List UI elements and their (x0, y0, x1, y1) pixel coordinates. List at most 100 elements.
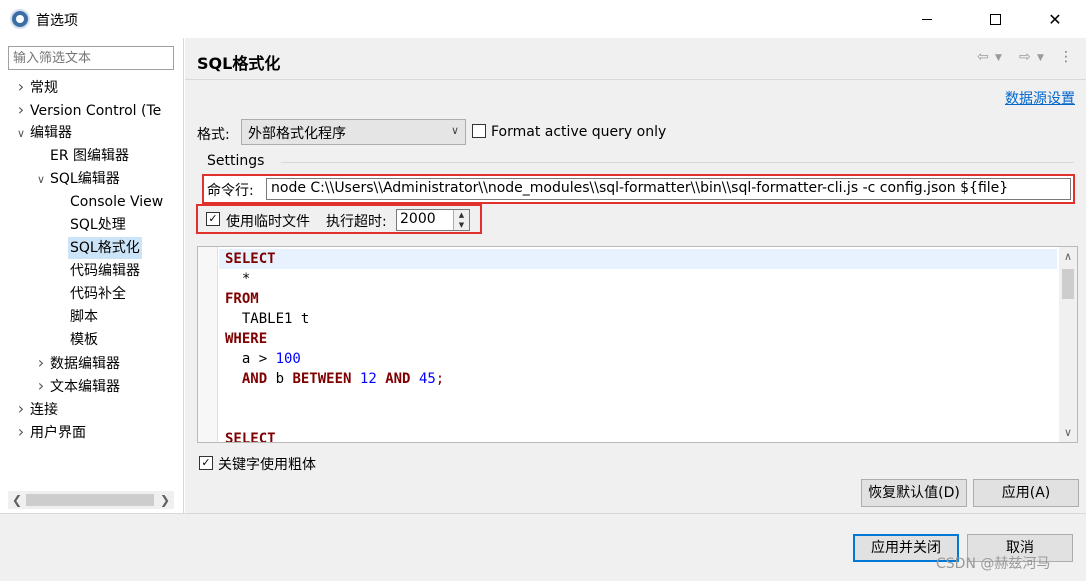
sidebar-item-label: 常规 (30, 80, 58, 96)
sidebar-item[interactable]: SQL格式化 (54, 237, 142, 259)
filter-input[interactable] (8, 46, 174, 70)
code-token: WHERE (225, 331, 268, 347)
sql-preview-editor[interactable]: SELECT * FROM TABLE1 t WHERE a > 100 AND b… (197, 246, 1078, 443)
format-label: 格式: (197, 127, 230, 143)
close-button[interactable]: ✕ (1032, 0, 1078, 38)
sidebar-item[interactable]: ∨ 编辑器 (14, 122, 74, 144)
code-line: * (225, 269, 250, 289)
sidebar-item[interactable]: › 用户界面 (14, 421, 88, 443)
view-menu-icon[interactable]: ⋮ (1059, 49, 1073, 65)
use-temp-file-checkbox[interactable]: ✓ (206, 212, 220, 226)
checkmark-icon: ✓ (208, 212, 218, 225)
editor-vertical-scrollbar[interactable]: ∧ ∨ (1059, 247, 1077, 442)
editor-gutter (198, 247, 218, 442)
timeout-label: 执行超时: (326, 214, 387, 230)
chevron-down-icon[interactable]: ∨ (14, 123, 28, 145)
restore-defaults-button[interactable]: 恢复默认值(D) (861, 479, 967, 507)
bold-keywords-checkbox[interactable]: ✓ (199, 456, 213, 470)
back-menu-icon[interactable]: ▼ (995, 53, 1002, 63)
timeout-value: 2000 (400, 211, 436, 227)
sidebar-item[interactable]: 代码编辑器 (54, 260, 142, 282)
window-title: 首选项 (36, 13, 78, 29)
format-select[interactable]: 外部格式化程序 ∨ (241, 119, 466, 145)
sidebar-item-label: 用户界面 (30, 425, 86, 441)
sidebar-item-label: 代码编辑器 (70, 263, 140, 279)
format-select-value: 外部格式化程序 (248, 126, 346, 142)
sidebar-item-label: 脚本 (70, 309, 98, 325)
close-icon: ✕ (1048, 9, 1062, 29)
scroll-up-icon[interactable]: ∧ (1059, 250, 1077, 263)
sidebar-item[interactable]: › 文本编辑器 (34, 375, 122, 397)
back-arrow-icon[interactable]: ⇦ (977, 49, 989, 65)
sidebar-item[interactable]: Console View (54, 191, 165, 213)
spin-up-icon[interactable]: ▲ (454, 210, 469, 220)
chevron-right-icon[interactable]: › (14, 99, 28, 121)
sidebar-item-label: Version Control (Te (30, 103, 162, 119)
sidebar-horizontal-scrollbar[interactable]: ❮ ❯ (8, 491, 174, 509)
format-active-only-label[interactable]: Format active query only (491, 124, 666, 140)
watermark: CSDN @赫兹河马 (936, 556, 1051, 572)
code-token: 12 (359, 371, 377, 387)
use-temp-file-label[interactable]: 使用临时文件 (226, 211, 310, 231)
code-token: BETWEEN (292, 371, 352, 387)
scroll-thumb[interactable] (26, 494, 154, 506)
maximize-button[interactable] (972, 0, 1018, 38)
minimize-button[interactable] (904, 0, 950, 38)
format-active-only-checkbox[interactable] (472, 124, 486, 138)
sidebar-item-label: 连接 (30, 402, 58, 418)
forward-menu-icon[interactable]: ▼ (1037, 53, 1044, 63)
code-line: FROM (225, 289, 259, 309)
code-token: * (225, 271, 251, 287)
bold-keywords-label[interactable]: 关键字使用粗体 (218, 454, 316, 474)
code-token: ; (435, 371, 445, 387)
sidebar-item-label: 数据编辑器 (50, 356, 120, 372)
code-token: 45 (418, 371, 436, 387)
checkmark-icon: ✓ (201, 456, 211, 469)
scroll-left-icon[interactable]: ❮ (12, 491, 22, 509)
sidebar-item[interactable]: › 数据编辑器 (34, 352, 122, 374)
sidebar-item[interactable]: 代码补全 (54, 283, 128, 305)
chevron-down-icon[interactable]: ∨ (34, 169, 48, 191)
spinner-buttons[interactable]: ▲ ▼ (453, 210, 469, 230)
chevron-right-icon[interactable]: › (14, 421, 28, 443)
settings-group-label: Settings (207, 153, 265, 169)
code-line: a > 100 (225, 349, 301, 369)
sidebar-item[interactable]: ∨ SQL编辑器 (34, 168, 122, 190)
chevron-right-icon[interactable]: › (14, 76, 28, 98)
forward-arrow-icon[interactable]: ⇨ (1019, 49, 1031, 65)
minimize-icon (922, 18, 932, 20)
code-token: a > (225, 351, 276, 367)
scroll-down-icon[interactable]: ∨ (1059, 426, 1077, 439)
chevron-right-icon[interactable]: › (14, 398, 28, 420)
apply-button[interactable]: 应用(A) (973, 479, 1079, 507)
command-input[interactable]: node C:\\Users\\Administrator\\node_modu… (266, 178, 1071, 200)
sidebar-item[interactable]: › Version Control (Te (14, 99, 163, 121)
chevron-down-icon: ∨ (450, 124, 459, 137)
spin-down-icon[interactable]: ▼ (454, 220, 469, 230)
code-token: FROM (225, 291, 259, 307)
code-token: AND (241, 371, 268, 387)
sidebar-item[interactable]: 模板 (54, 329, 100, 351)
app-icon (10, 9, 30, 29)
sidebar-item[interactable]: › 连接 (14, 398, 60, 420)
datasource-settings-link[interactable]: 数据源设置 (1005, 88, 1075, 108)
code-token: 100 (275, 351, 301, 367)
editor-scroll-thumb[interactable] (1062, 269, 1074, 299)
sidebar-item[interactable]: SQL处理 (54, 214, 128, 236)
temp-file-highlight: ✓ 使用临时文件 执行超时: 2000 ▲ ▼ (196, 204, 482, 234)
sidebar-item[interactable]: ER 图编辑器 (34, 145, 131, 167)
code-line: SELECT (225, 429, 276, 443)
page-title: SQL格式化 (197, 54, 281, 73)
command-line-highlight: 命令行: node C:\\Users\\Administrator\\node… (202, 174, 1075, 204)
dialog-footer: 应用并关闭 取消 (0, 513, 1086, 581)
sidebar-item[interactable]: 脚本 (54, 306, 100, 328)
sidebar-item-label: Console View (70, 194, 164, 210)
sidebar-item[interactable]: › 常规 (14, 76, 60, 98)
code-token: SELECT (225, 431, 276, 443)
chevron-right-icon[interactable]: › (34, 352, 48, 374)
timeout-spinner[interactable]: 2000 ▲ ▼ (396, 209, 470, 231)
scroll-right-icon[interactable]: ❯ (160, 491, 170, 509)
chevron-right-icon[interactable]: › (34, 375, 48, 397)
